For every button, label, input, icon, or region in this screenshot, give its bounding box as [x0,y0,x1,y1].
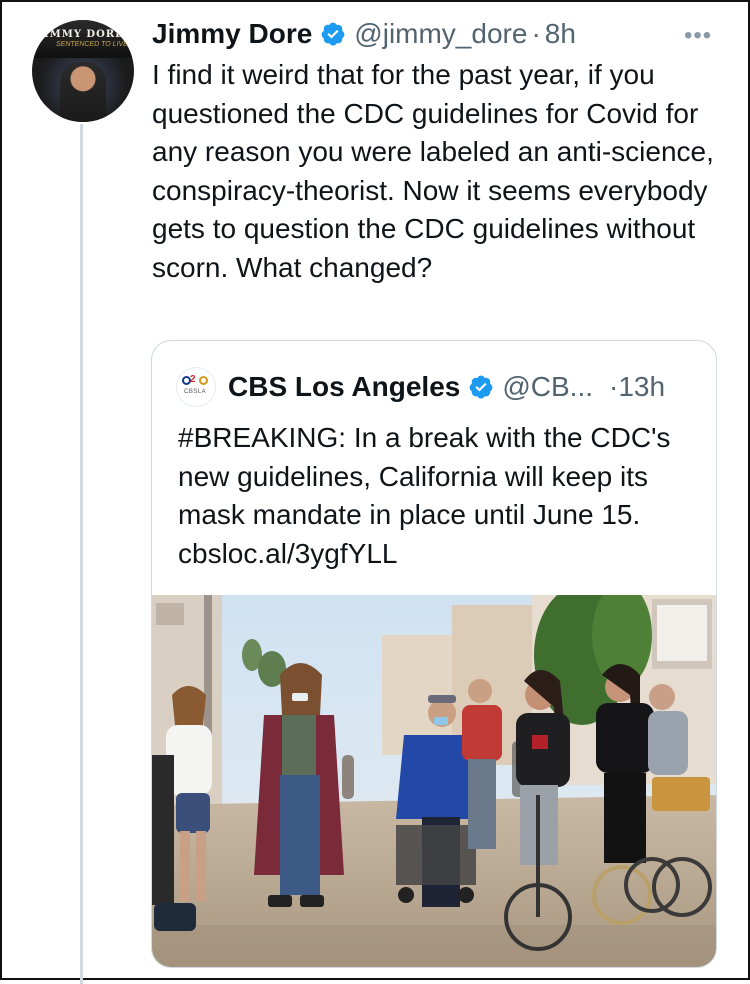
tweet-text: I find it weird that for the past year, … [152,59,714,283]
separator-dot: · [531,18,541,49]
cbs-la-logo-icon[interactable]: 2 CBSLA [176,367,216,407]
timestamp[interactable]: 8h [545,18,576,50]
logo-caption: CBSLA [184,389,207,395]
previous-tweet-fragment [110,0,340,6]
quoted-timestamp-separator: · [609,371,619,402]
quoted-tweet-text: #BREAKING: In a break with the CDC's new… [178,422,671,569]
verified-badge-icon [321,22,345,46]
verified-badge-icon [469,375,493,399]
tweet-header: Jimmy Dore @jimmy_dore · 8h [152,14,712,54]
avatar[interactable]: IMMY DORE SENTENCED TO LIVE [32,20,134,122]
news-photo[interactable] [152,595,716,967]
avatar-person [60,62,106,122]
more-options-icon[interactable]: ••• [684,22,712,50]
cbs-eye-mark-secondary [199,376,208,385]
logo-channel-number: 2 [190,374,196,385]
quoted-tweet-card[interactable]: 2 CBSLA CBS Los Angeles @CB... · 13h #BR… [151,340,717,968]
handle[interactable]: @jimmy_dore [354,18,527,50]
quoted-handle[interactable]: @CB... [502,371,593,403]
boardwalk-scene-illustration [152,595,716,967]
thread-connector-line [80,124,83,984]
quoted-tweet-header: 2 CBSLA CBS Los Angeles @CB... · 13h [176,367,696,407]
avatar-title-text: IMMY DORE [44,29,124,40]
quoted-timestamp[interactable]: 13h [618,371,665,403]
quoted-display-name[interactable]: CBS Los Angeles [228,371,460,403]
avatar-subtitle-text: SENTENCED TO LIVE [56,41,128,48]
display-name[interactable]: Jimmy Dore [152,18,312,50]
